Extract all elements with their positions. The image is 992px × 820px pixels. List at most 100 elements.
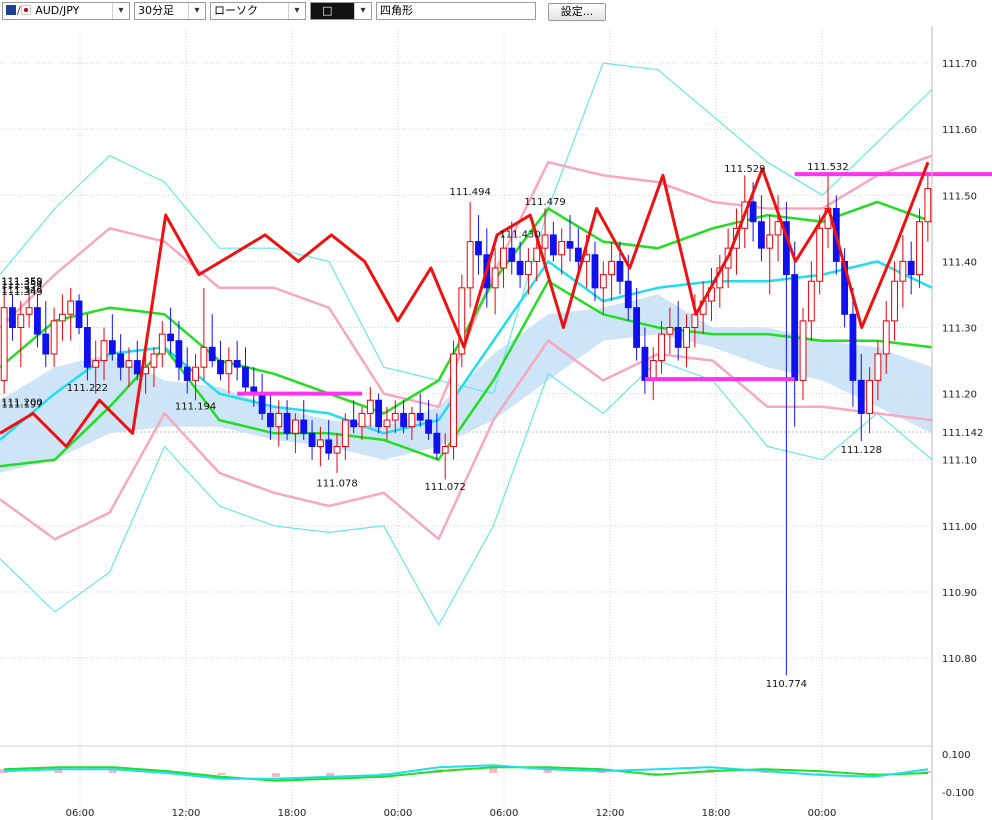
bull-candle-body	[658, 333, 665, 362]
bear-candle-body	[217, 360, 224, 375]
bear-candle-body	[433, 432, 441, 454]
chevron-down-icon: ▾	[354, 3, 371, 19]
chart-style-label: ローソク	[214, 4, 258, 17]
chart-style-select[interactable]: ローソク ▾	[210, 2, 306, 20]
bull-candle-body	[924, 188, 932, 223]
price-annotation: 111.128	[841, 445, 882, 456]
bull-candle-body	[766, 234, 774, 249]
symbol-select[interactable]: / AUD/JPY ▾	[2, 2, 130, 20]
bull-candle-body	[891, 280, 898, 322]
timeframe-select[interactable]: 30分足 ▾	[134, 2, 206, 20]
bear-candle-body	[75, 300, 83, 328]
bull-candle-body	[816, 227, 824, 282]
bear-candle-body	[757, 221, 765, 249]
bear-candle-body	[325, 439, 333, 454]
bear-candle-body	[283, 412, 291, 434]
bull-candle-body	[383, 419, 391, 428]
settings-button[interactable]: 設定...	[548, 3, 606, 21]
bull-candle-body	[225, 360, 233, 375]
y-tick-label: 111.60	[942, 125, 977, 136]
x-tick-label: 12:00	[172, 808, 201, 819]
bear-candle-body	[267, 412, 274, 428]
bear-candle-body	[857, 379, 865, 414]
bull-candle-body	[666, 327, 674, 335]
bear-candle-body	[350, 419, 358, 428]
bear-candle-body	[83, 327, 91, 368]
bull-candle-body	[874, 353, 882, 381]
price-annotation: 111.072	[425, 482, 466, 493]
price-annotation: 111.197	[1, 400, 42, 411]
bull-candle-body	[441, 446, 449, 454]
bull-candle-body	[341, 419, 349, 447]
bear-candle-body	[508, 247, 516, 262]
y-tick-label: 111.00	[942, 522, 977, 533]
bull-candle-body	[466, 241, 474, 289]
x-tick-label: 06:00	[490, 808, 519, 819]
y-tick-label: 111.10	[942, 456, 977, 467]
bear-candle-body	[566, 241, 574, 249]
price-annotation: 111.078	[316, 478, 357, 489]
bear-candle-body	[308, 432, 316, 447]
bear-candle-body	[633, 307, 641, 348]
price-annotation: 111.194	[175, 402, 216, 413]
bull-candle-body	[316, 439, 324, 447]
bear-candle-body	[208, 346, 216, 362]
chart-toolbar: / AUD/JPY ▾ 30分足 ▾ ローソク ▾ □ ▾ 四角形 設定...	[0, 0, 992, 27]
bear-candle-body	[425, 419, 432, 434]
bull-candle-body	[774, 221, 782, 236]
x-tick-label: 00:00	[384, 808, 413, 819]
bear-candle-body	[400, 412, 408, 428]
bear-candle-body	[475, 241, 482, 256]
bull-candle-body	[291, 419, 299, 434]
bull-candle-body	[533, 247, 541, 262]
y-tick-label: 110.90	[942, 588, 977, 599]
price-chart[interactable]: 111.359111.354111.358111.200 111.194111.0…	[0, 26, 992, 820]
price-annotation: 111.430	[499, 230, 540, 241]
bear-candle-body	[591, 254, 599, 289]
price-annotation: 111.343	[1, 287, 42, 298]
chevron-down-icon: ▾	[188, 3, 205, 19]
bear-candle-body	[574, 247, 582, 262]
y-tick-label: 111.30	[942, 324, 977, 335]
y-tick-label: 110.80	[942, 654, 977, 665]
shape-name-field[interactable]: 四角形	[376, 2, 536, 20]
bull-candle-body	[67, 300, 75, 315]
price-annotation: 111.479	[524, 197, 565, 208]
jpy-flag-icon	[20, 5, 31, 15]
bear-candle-body	[674, 327, 682, 348]
bull-candle-body	[916, 221, 923, 276]
bull-candle-body	[807, 280, 815, 322]
price-annotation: 111.222	[67, 383, 108, 394]
bear-candle-body	[34, 307, 41, 335]
bear-candle-body	[907, 260, 915, 276]
x-tick-label: 18:00	[278, 808, 307, 819]
bear-candle-body	[375, 399, 383, 428]
x-tick-label: 00:00	[808, 808, 837, 819]
bull-candle-body	[899, 260, 907, 282]
bear-candle-body	[9, 307, 16, 328]
bull-candle-body	[558, 241, 566, 256]
y-tick-label: 111.50	[942, 191, 977, 202]
bear-candle-body	[42, 333, 50, 355]
bear-candle-body	[133, 360, 141, 375]
bear-candle-body	[117, 353, 125, 368]
timeframe-label: 30分足	[138, 4, 174, 17]
bull-candle-body	[200, 346, 208, 368]
draw-tool-select[interactable]: □ ▾	[310, 2, 372, 20]
price-annotation: 111.494	[449, 187, 490, 198]
y-tick-label: 111.70	[942, 59, 977, 70]
bull-candle-body	[366, 399, 374, 414]
bull-candle-body	[599, 274, 607, 289]
bull-candle-body	[882, 320, 890, 355]
aud-flag-icon	[6, 5, 16, 15]
price-annotation: 111.532	[807, 162, 848, 173]
bull-candle-body	[358, 412, 366, 428]
bull-candle-body	[158, 333, 166, 355]
chevron-down-icon: ▾	[288, 3, 305, 19]
sub-y-tick-label: -0.100	[942, 788, 974, 799]
bear-candle-body	[749, 201, 757, 223]
bear-candle-body	[258, 393, 266, 414]
bull-candle-body	[683, 327, 690, 348]
bear-candle-body	[641, 346, 649, 381]
bull-candle-body	[500, 247, 507, 269]
